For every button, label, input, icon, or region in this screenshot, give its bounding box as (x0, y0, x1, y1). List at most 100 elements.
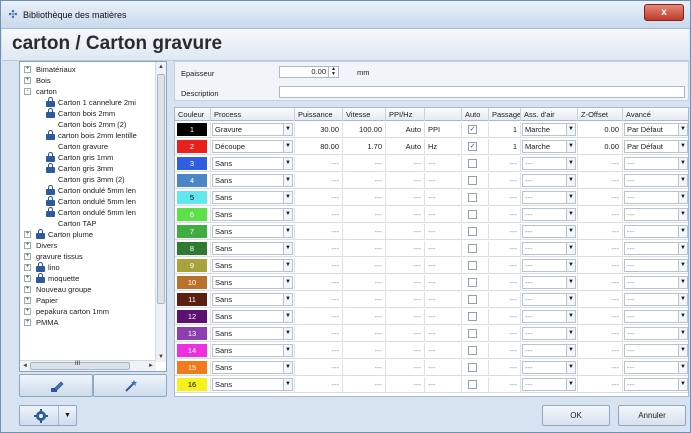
auto-checkbox[interactable] (468, 159, 477, 168)
zoffset-field[interactable]: 0.00 (578, 122, 623, 138)
expand-icon[interactable]: + (24, 77, 31, 84)
chevron-down-icon[interactable]: ▼ (283, 158, 292, 169)
chevron-down-icon[interactable]: ▼ (678, 175, 687, 186)
zoffset-field[interactable]: 0.00 (578, 139, 623, 155)
speed-field[interactable]: --- (343, 207, 386, 223)
auto-checkbox[interactable] (468, 380, 477, 389)
chevron-down-icon[interactable]: ▼ (283, 141, 292, 152)
table-row[interactable]: 9 Sans ▼ --- --- --- --- --- --- ▼ --- --- ▼ (175, 258, 688, 274)
expand-icon[interactable]: + (24, 253, 31, 260)
chevron-down-icon[interactable]: ▼ (566, 260, 575, 271)
passes-field[interactable]: --- (489, 309, 521, 325)
table-row[interactable]: 13 Sans ▼ --- --- --- --- --- --- ▼ --- --- ▼ (175, 326, 688, 342)
chevron-down-icon[interactable]: ▼ (566, 345, 575, 356)
chevron-down-icon[interactable]: ▼ (283, 226, 292, 237)
air-assist-select[interactable]: --- ▼ (522, 327, 576, 340)
speed-field[interactable]: --- (343, 224, 386, 240)
chevron-down-icon[interactable]: ▼ (283, 209, 292, 220)
chevron-down-icon[interactable]: ▼ (283, 294, 292, 305)
auto-checkbox[interactable] (468, 329, 477, 338)
speed-field[interactable]: --- (343, 241, 386, 257)
speed-field[interactable]: --- (343, 292, 386, 308)
table-row[interactable]: 7 Sans ▼ --- --- --- --- --- --- ▼ --- --- ▼ (175, 224, 688, 240)
table-row[interactable]: 10 Sans ▼ --- --- --- --- --- --- ▼ --- --- ▼ (175, 275, 688, 291)
chevron-down-icon[interactable]: ▼ (283, 192, 292, 203)
zoffset-field[interactable]: --- (578, 275, 623, 291)
table-row[interactable]: 11 Sans ▼ --- --- --- --- --- --- ▼ --- --- ▼ (175, 292, 688, 308)
power-field[interactable]: --- (295, 309, 343, 325)
passes-field[interactable]: --- (489, 343, 521, 359)
chevron-down-icon[interactable]: ▼ (678, 379, 687, 390)
advanced-select[interactable]: --- ▼ (624, 361, 688, 374)
zoffset-field[interactable]: --- (578, 173, 623, 189)
power-field[interactable]: --- (295, 173, 343, 189)
process-select[interactable]: Sans ▼ (212, 208, 293, 221)
chevron-down-icon[interactable]: ▼ (283, 328, 292, 339)
hscroll-thumb[interactable]: III (30, 361, 130, 370)
chevron-down-icon[interactable]: ▼ (678, 141, 687, 152)
chevron-down-icon[interactable]: ▼ (283, 243, 292, 254)
expand-icon[interactable]: + (24, 308, 31, 315)
color-swatch[interactable]: 10 (177, 276, 207, 289)
color-swatch[interactable]: 16 (177, 378, 207, 391)
speed-field[interactable]: --- (343, 343, 386, 359)
air-assist-select[interactable]: --- ▼ (522, 378, 576, 391)
scroll-down-icon[interactable]: ▼ (156, 352, 166, 362)
power-field[interactable]: --- (295, 326, 343, 342)
ppi-field[interactable]: --- (386, 343, 425, 359)
table-row[interactable]: 3 Sans ▼ --- --- --- --- --- --- ▼ --- --- ▼ (175, 156, 688, 172)
chevron-down-icon[interactable]: ▼ (566, 175, 575, 186)
auto-checkbox[interactable] (468, 244, 477, 253)
process-select[interactable]: Sans ▼ (212, 276, 293, 289)
power-field[interactable]: --- (295, 258, 343, 274)
auto-checkbox[interactable] (468, 261, 477, 270)
expand-icon[interactable]: + (24, 264, 31, 271)
process-select[interactable]: Sans ▼ (212, 225, 293, 238)
advanced-select[interactable]: --- ▼ (624, 327, 688, 340)
chevron-down-icon[interactable]: ▼ (566, 362, 575, 373)
air-assist-select[interactable]: --- ▼ (522, 276, 576, 289)
advanced-select[interactable]: --- ▼ (624, 208, 688, 221)
passes-field[interactable]: --- (489, 377, 521, 393)
chevron-down-icon[interactable]: ▼ (678, 362, 687, 373)
passes-field[interactable]: --- (489, 326, 521, 342)
air-assist-select[interactable]: Marche ▼ (522, 140, 576, 153)
passes-field[interactable]: --- (489, 241, 521, 257)
chevron-down-icon[interactable]: ▼ (678, 124, 687, 135)
collapse-icon[interactable]: - (24, 88, 31, 95)
process-select[interactable]: Sans ▼ (212, 259, 293, 272)
speed-field[interactable]: --- (343, 309, 386, 325)
tree-vertical-scrollbar[interactable]: ▲ ▼ (155, 62, 166, 362)
process-select[interactable]: Sans ▼ (212, 174, 293, 187)
air-assist-select[interactable]: --- ▼ (522, 208, 576, 221)
zoffset-field[interactable]: --- (578, 190, 623, 206)
zoffset-field[interactable]: --- (578, 326, 623, 342)
air-assist-select[interactable]: --- ▼ (522, 174, 576, 187)
table-row[interactable]: 15 Sans ▼ --- --- --- --- --- --- ▼ --- --- ▼ (175, 360, 688, 376)
auto-checkbox[interactable] (468, 363, 477, 372)
passes-field[interactable]: 1 (489, 139, 521, 155)
chevron-down-icon[interactable]: ▼ (566, 328, 575, 339)
passes-field[interactable]: --- (489, 360, 521, 376)
power-field[interactable]: --- (295, 224, 343, 240)
chevron-down-icon[interactable]: ▼ (566, 209, 575, 220)
auto-checkbox[interactable] (468, 210, 477, 219)
ppi-field[interactable]: --- (386, 377, 425, 393)
process-select[interactable]: Sans ▼ (212, 191, 293, 204)
zoffset-field[interactable]: --- (578, 377, 623, 393)
advanced-select[interactable]: --- ▼ (624, 378, 688, 391)
ppi-field[interactable]: --- (386, 326, 425, 342)
color-swatch[interactable]: 3 (177, 157, 207, 170)
chevron-down-icon[interactable]: ▼ (678, 158, 687, 169)
color-swatch[interactable]: 1 (177, 123, 207, 136)
chevron-down-icon[interactable]: ▼ (678, 294, 687, 305)
expand-icon[interactable]: + (24, 231, 31, 238)
chevron-down-icon[interactable]: ▼ (283, 345, 292, 356)
ppi-field[interactable]: --- (386, 190, 425, 206)
color-swatch[interactable]: 15 (177, 361, 207, 374)
edit-material-button[interactable] (19, 374, 93, 397)
chevron-down-icon[interactable]: ▼ (678, 243, 687, 254)
zoffset-field[interactable]: --- (578, 309, 623, 325)
color-swatch[interactable]: 13 (177, 327, 207, 340)
power-field[interactable]: --- (295, 190, 343, 206)
